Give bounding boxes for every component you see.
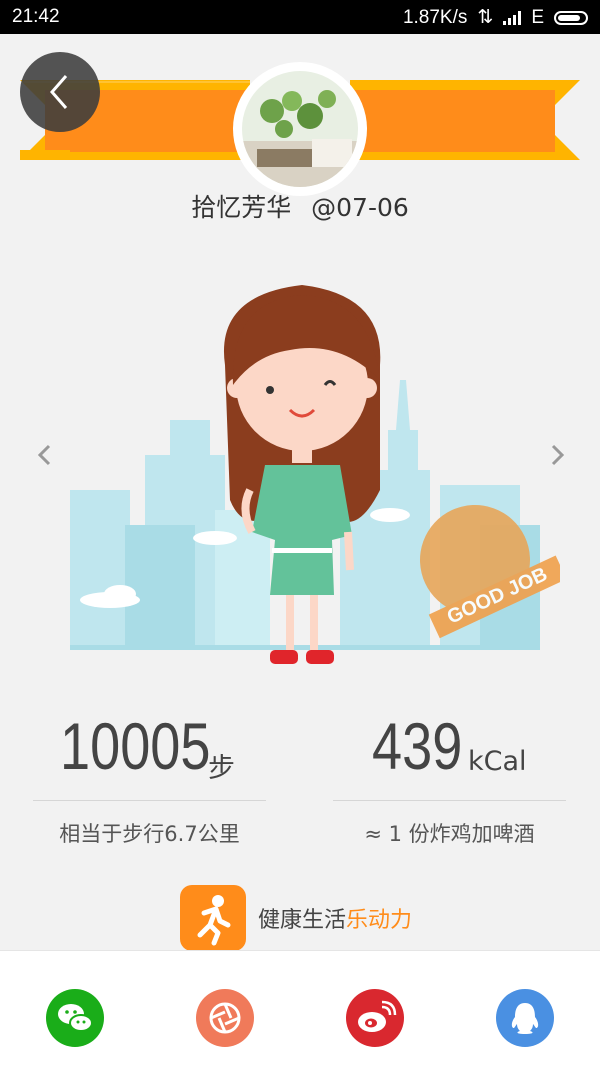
steps-unit: 步 — [208, 753, 235, 784]
network-speed: 1.87K/s — [402, 6, 468, 28]
share-weibo-button[interactable] — [346, 989, 404, 1047]
calories-value: 439 — [372, 709, 463, 783]
steps-value: 10005 — [60, 709, 211, 783]
share-moments-button[interactable] — [196, 989, 254, 1047]
status-bar: 21:42 1.87K/s ⇅ E — [0, 0, 600, 34]
avatar[interactable] — [242, 71, 358, 187]
plant-photo-icon — [242, 71, 358, 187]
weibo-icon — [358, 1000, 397, 1032]
chevron-left-icon — [50, 75, 68, 109]
steps-distance-note: 相当于步行6.7公里 — [59, 822, 240, 846]
divider — [33, 800, 266, 801]
calories-unit: kCal — [468, 746, 527, 777]
data-arrows-icon: ⇅ — [477, 7, 494, 28]
share-qq-button[interactable] — [496, 989, 554, 1047]
network-type: E — [531, 6, 544, 28]
character-illustration: GOOD JOB — [70, 285, 560, 664]
promo-prefix: 健康生活 — [258, 908, 347, 933]
avatar-frame — [233, 62, 367, 196]
running-man-icon — [180, 885, 246, 951]
promo-brand: 乐动力 — [346, 908, 413, 933]
status-time: 21:42 — [12, 6, 60, 27]
share-bar — [0, 950, 600, 1068]
promo-text: 健康生活乐动力 — [258, 902, 412, 934]
status-indicators: 1.87K/s ⇅ E — [403, 6, 588, 29]
moments-icon — [209, 1002, 241, 1034]
share-wechat-button[interactable] — [46, 989, 104, 1047]
back-button[interactable] — [20, 52, 100, 132]
record-date: @07-06 — [311, 193, 409, 222]
divider — [333, 800, 566, 801]
qq-icon — [511, 1003, 539, 1034]
signal-icon — [503, 10, 522, 25]
app-promo[interactable]: 健康生活乐动力 — [180, 885, 412, 951]
user-title: 拾忆芳华 @07-06 — [0, 188, 600, 224]
wechat-icon — [58, 1004, 93, 1032]
user-name: 拾忆芳华 — [191, 193, 292, 222]
calories-equivalent-note: ≈ 1 份炸鸡加啤酒 — [364, 822, 535, 846]
battery-icon — [554, 10, 588, 25]
